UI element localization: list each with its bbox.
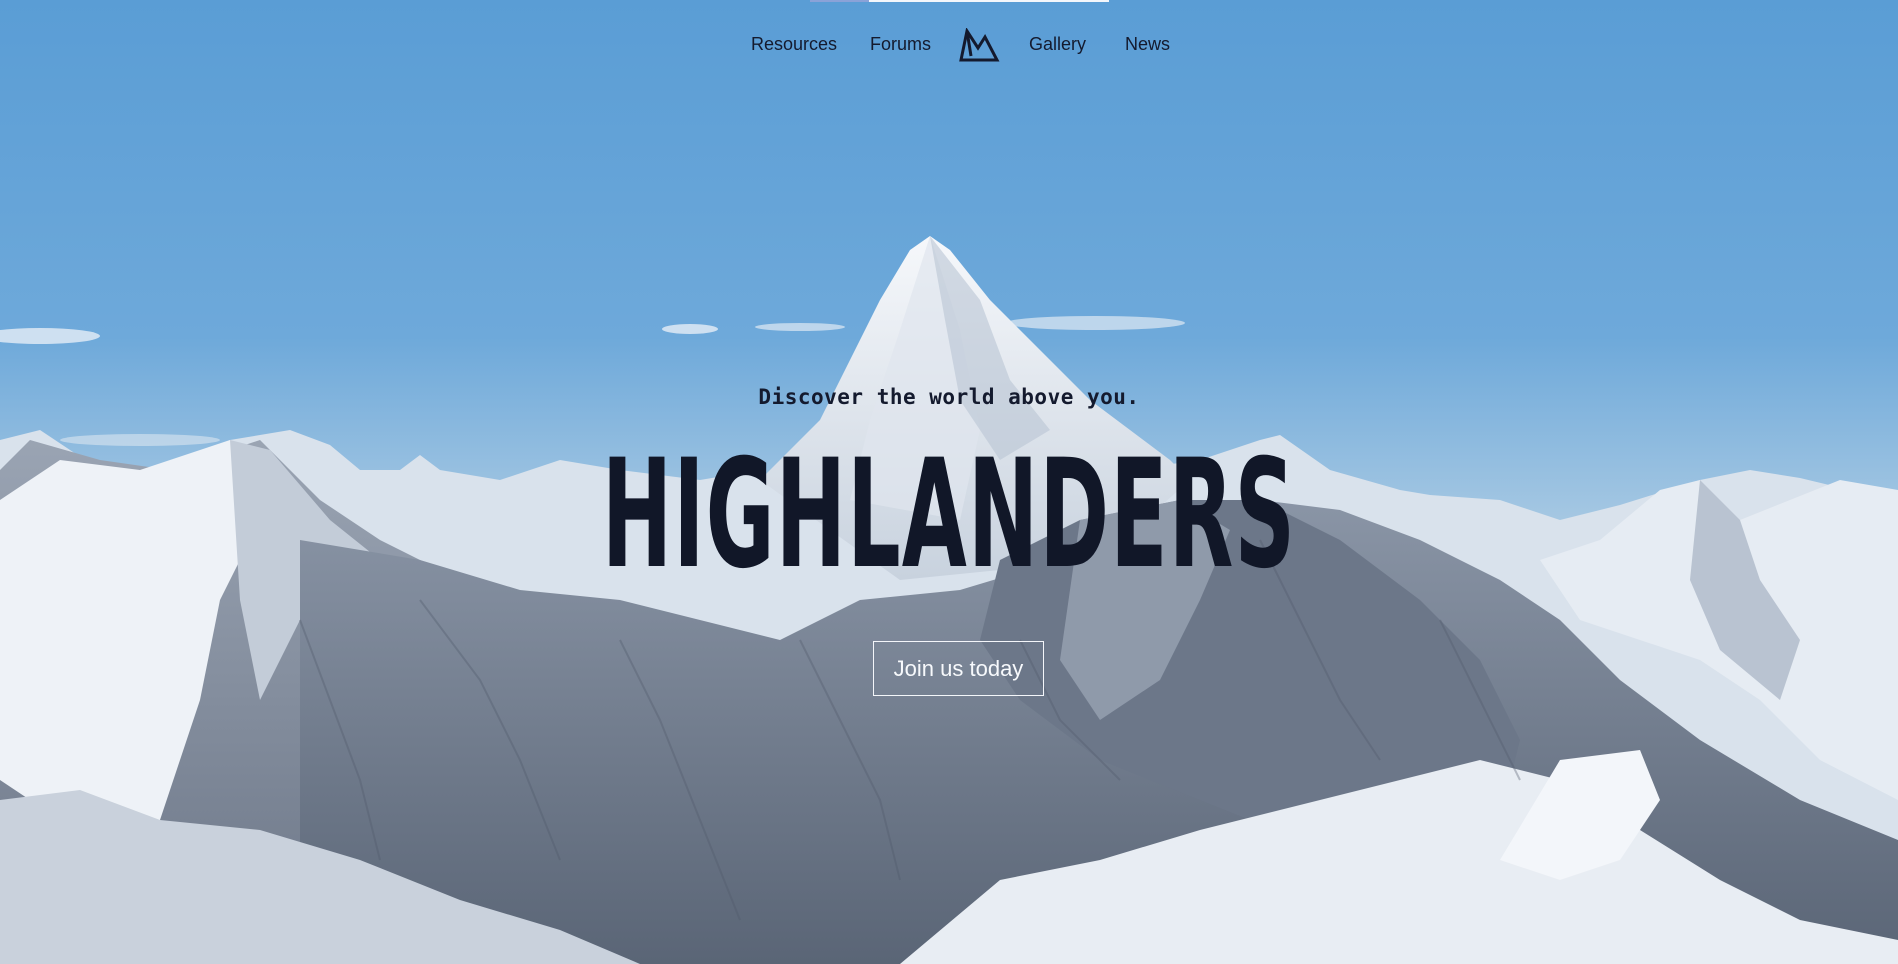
- hero-tagline: Discover the world above you.: [758, 385, 1140, 409]
- nav-link-forums[interactable]: Forums: [870, 34, 931, 55]
- join-us-button[interactable]: Join us today: [873, 641, 1044, 696]
- top-highlight-bar: [869, 0, 1109, 2]
- hero-section: Resources Forums Gallery News Discover t…: [0, 0, 1898, 964]
- hero-title: HIGHLANDERS: [601, 428, 1297, 602]
- mountain-logo-icon[interactable]: [958, 27, 1000, 64]
- top-accent-bar: [810, 0, 869, 2]
- nav-link-resources[interactable]: Resources: [751, 34, 837, 55]
- nav-link-news[interactable]: News: [1125, 34, 1170, 55]
- main-nav: Resources Forums Gallery News: [0, 27, 1898, 64]
- nav-link-gallery[interactable]: Gallery: [1029, 34, 1086, 55]
